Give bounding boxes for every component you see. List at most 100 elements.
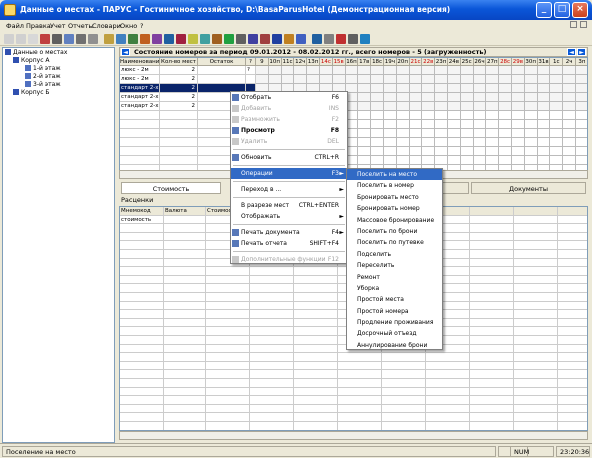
rates-cell[interactable] xyxy=(514,284,558,293)
day-cell[interactable] xyxy=(486,147,500,156)
menu-accounting[interactable]: Учет xyxy=(48,21,68,31)
grid-cell[interactable]: 2 xyxy=(160,102,198,111)
rates-cell[interactable] xyxy=(470,284,514,293)
grid-day-header[interactable]: 11с xyxy=(281,58,295,66)
submenu-item-10[interactable]: Уборка xyxy=(347,283,442,294)
grid-day-header[interactable]: 27п xyxy=(486,58,500,66)
day-cell[interactable] xyxy=(371,93,384,102)
grid-day-header[interactable]: 10п xyxy=(268,58,282,66)
day-cell[interactable] xyxy=(409,66,423,75)
day-cell[interactable] xyxy=(524,75,538,84)
rates-cell[interactable] xyxy=(250,301,294,311)
day-cell[interactable] xyxy=(422,129,436,138)
rates-cell[interactable] xyxy=(294,310,338,319)
day-cell[interactable] xyxy=(448,93,461,102)
submenu-item-1[interactable]: Поселить в номер xyxy=(347,180,442,191)
rates-cell[interactable] xyxy=(250,413,294,422)
day-cell[interactable] xyxy=(473,120,487,129)
grid-day-header[interactable]: 23п xyxy=(435,58,448,66)
day-cell[interactable] xyxy=(371,156,384,165)
rates-cell[interactable] xyxy=(206,284,250,293)
view-icon[interactable] xyxy=(64,34,74,44)
rates-cell[interactable] xyxy=(426,396,470,405)
rates-cell[interactable] xyxy=(120,370,164,379)
rates-cell[interactable] xyxy=(514,404,558,414)
grid-day-header[interactable]: 19ч xyxy=(384,58,397,66)
day-cell[interactable] xyxy=(358,129,372,138)
window-icon[interactable] xyxy=(348,34,358,44)
day-cell[interactable] xyxy=(448,129,461,138)
rates-cell[interactable] xyxy=(120,327,164,336)
day-cell[interactable] xyxy=(512,120,525,129)
rates-cell[interactable] xyxy=(120,344,164,354)
rates-cell[interactable] xyxy=(120,250,164,259)
day-cell[interactable] xyxy=(576,138,587,147)
close-button[interactable]: × xyxy=(572,2,588,18)
rates-cell[interactable] xyxy=(250,361,294,371)
help-icon[interactable] xyxy=(360,34,370,44)
menu-item-3[interactable]: Просмотр F8 xyxy=(231,125,347,136)
submenu-item-5[interactable]: Поселить по брони xyxy=(347,226,442,237)
grid-cell[interactable] xyxy=(120,138,160,147)
day-cell[interactable] xyxy=(396,75,410,84)
chart-icon[interactable] xyxy=(164,34,174,44)
day-cell[interactable] xyxy=(358,111,372,120)
day-cell[interactable] xyxy=(563,156,576,165)
day-cell[interactable] xyxy=(576,120,587,129)
rates-cell[interactable] xyxy=(294,301,338,311)
rates-cell[interactable] xyxy=(164,215,206,225)
rates-cell[interactable] xyxy=(120,318,164,328)
day-cell[interactable] xyxy=(448,84,461,93)
grid-day-header[interactable]: 17в xyxy=(358,58,372,66)
rates-cell[interactable] xyxy=(514,232,558,242)
day-cell[interactable] xyxy=(409,138,423,147)
day-cell[interactable] xyxy=(460,102,474,111)
rates-cell[interactable] xyxy=(470,422,514,430)
rates-cell[interactable] xyxy=(558,319,587,328)
day-cell[interactable] xyxy=(473,111,487,120)
day-cell[interactable] xyxy=(460,120,474,129)
rates-header[interactable]: Мнемокод xyxy=(120,207,164,216)
grid-day-header[interactable]: 25с xyxy=(460,58,474,66)
day-cell[interactable] xyxy=(537,111,551,120)
rates-cell[interactable] xyxy=(206,422,250,430)
rates-cell[interactable] xyxy=(294,396,338,405)
rates-cell[interactable] xyxy=(164,379,206,388)
menu-item-4[interactable]: Удалить DEL xyxy=(231,136,347,147)
day-cell[interactable] xyxy=(371,129,384,138)
submenu-item-6[interactable]: Поселить по путевке xyxy=(347,237,442,248)
grid-day-header[interactable]: 30п xyxy=(524,58,538,66)
day-cell[interactable] xyxy=(422,66,436,75)
grid-cell[interactable] xyxy=(160,156,198,165)
rates-cell[interactable] xyxy=(206,275,250,285)
submenu-item-11[interactable]: Простой места xyxy=(347,294,442,305)
rates-cell[interactable] xyxy=(470,232,514,242)
tab-cost[interactable]: Стоимость xyxy=(121,182,221,194)
day-cell[interactable] xyxy=(371,102,384,111)
day-cell[interactable] xyxy=(499,84,512,93)
day-cell[interactable] xyxy=(524,66,538,75)
submenu-item-2[interactable]: Бронировать место xyxy=(347,192,442,203)
rates-cell[interactable] xyxy=(120,284,164,293)
rates-cell[interactable] xyxy=(426,387,470,397)
rates-cell[interactable] xyxy=(426,361,470,371)
grid-day-header[interactable]: 2ч xyxy=(563,58,576,66)
day-cell[interactable] xyxy=(537,84,551,93)
grid-day-header[interactable]: 31в xyxy=(537,58,551,66)
day-cell[interactable] xyxy=(512,138,525,147)
rates-cell[interactable] xyxy=(558,345,587,354)
day-cell[interactable] xyxy=(537,93,551,102)
day-cell[interactable] xyxy=(524,156,538,165)
rates-cell[interactable] xyxy=(250,327,294,336)
menu-help[interactable]: ? xyxy=(138,21,145,31)
day-cell[interactable] xyxy=(294,66,308,75)
day-cell[interactable] xyxy=(563,66,576,75)
rates-cell[interactable] xyxy=(120,387,164,397)
rates-cell[interactable] xyxy=(164,267,206,276)
rates-cell[interactable] xyxy=(514,336,558,345)
rates-cell[interactable] xyxy=(120,275,164,285)
day-cell[interactable] xyxy=(512,111,525,120)
rates-cell[interactable] xyxy=(558,241,587,250)
rates-cell[interactable] xyxy=(206,413,250,422)
rates-cell[interactable] xyxy=(382,387,426,397)
